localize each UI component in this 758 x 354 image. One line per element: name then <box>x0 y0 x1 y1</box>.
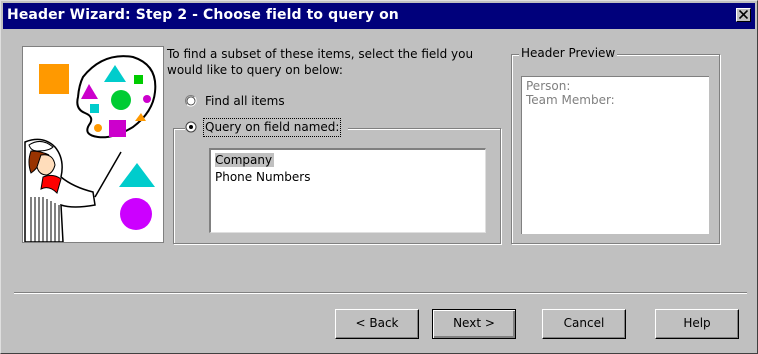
list-item[interactable]: Phone Numbers <box>213 169 483 186</box>
header-preview-box: Person: Team Member: <box>521 76 709 234</box>
radio-unchecked-icon <box>185 95 197 107</box>
list-item[interactable]: Company <box>213 152 483 169</box>
preview-line-person: Person: <box>526 79 571 93</box>
instructions-text: To find a subset of these items, select … <box>167 47 474 77</box>
back-button[interactable]: < Back <box>335 309 419 339</box>
title-bar[interactable]: Header Wizard: Step 2 - Choose field to … <box>3 3 755 29</box>
dialog-title: Header Wizard: Step 2 - Choose field to … <box>7 7 399 23</box>
radio-checked-icon <box>185 121 197 133</box>
cancel-button-label: Cancel <box>563 316 605 330</box>
next-button-label: Next > <box>453 316 495 330</box>
close-icon <box>739 10 748 19</box>
separator <box>14 292 747 294</box>
next-button[interactable]: Next > <box>432 309 516 339</box>
painter-illustration-icon <box>24 55 157 243</box>
field-listbox[interactable]: Company Phone Numbers <box>209 148 486 233</box>
back-button-label: < Back <box>355 316 399 330</box>
preview-line-team-member: Team Member: <box>526 93 615 107</box>
help-button[interactable]: Help <box>655 309 739 339</box>
header-wizard-dialog: Header Wizard: Step 2 - Choose field to … <box>0 0 758 354</box>
help-button-label: Help <box>683 316 711 330</box>
cancel-button[interactable]: Cancel <box>542 309 626 339</box>
close-button[interactable] <box>736 8 751 22</box>
query-on-field-radio[interactable]: Query on field named: <box>185 118 348 137</box>
header-preview-legend: Header Preview <box>519 46 618 60</box>
query-on-field-label: Query on field named: <box>202 118 342 137</box>
field-phone-numbers: Phone Numbers <box>215 170 311 184</box>
wizard-illustration <box>22 46 164 243</box>
field-company: Company <box>215 153 275 167</box>
find-all-items-label: Find all items <box>205 94 285 108</box>
